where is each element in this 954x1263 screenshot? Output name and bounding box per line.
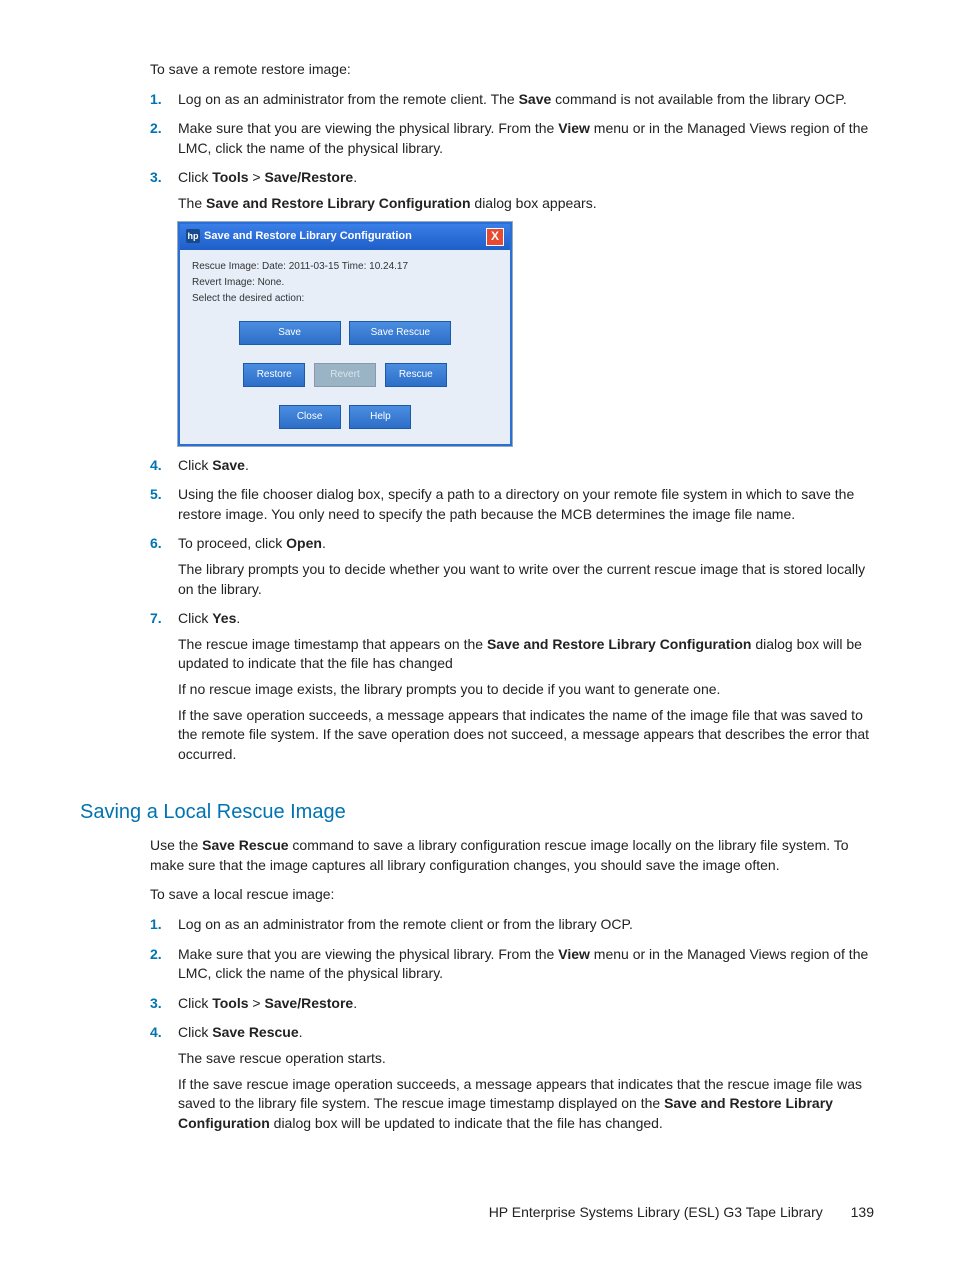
step-4: 4. Click Save Rescue. The save rescue op…	[150, 1023, 874, 1133]
step-text: Using the file chooser dialog box, speci…	[178, 486, 854, 522]
dialog-title-text: hpSave and Restore Library Configuration	[186, 229, 412, 244]
rescue-image-line: Rescue Image: Date: 2011-03-15 Time: 10.…	[192, 260, 498, 274]
help-button[interactable]: Help	[349, 405, 411, 429]
dialog-button-row-1: Save Save Rescue	[192, 318, 498, 348]
dialog-titlebar: hpSave and Restore Library Configuration…	[180, 224, 510, 250]
close-button[interactable]: Close	[279, 405, 341, 429]
step-3: 3. Click Tools > Save/Restore.	[150, 994, 874, 1014]
revert-button: Revert	[314, 363, 376, 387]
step-text: Click Yes.	[178, 610, 240, 626]
step-2: 2. Make sure that you are viewing the ph…	[150, 945, 874, 984]
step-text: Click Tools > Save/Restore.	[178, 169, 357, 185]
save-button[interactable]: Save	[239, 321, 341, 345]
steps-local: 1. Log on as an administrator from the r…	[80, 915, 874, 1133]
footer-text: HP Enterprise Systems Library (ESL) G3 T…	[489, 1204, 823, 1220]
step-text: Log on as an administrator from the remo…	[178, 916, 633, 932]
intro-local: To save a local rescue image:	[150, 885, 874, 905]
step-num: 1.	[150, 90, 162, 110]
step-after-p2: If the save rescue image operation succe…	[178, 1075, 874, 1134]
steps-remote: 1. Log on as an administrator from the r…	[80, 90, 874, 765]
dialog-button-row-2: Restore Revert Rescue	[192, 360, 498, 390]
step-num: 3.	[150, 994, 162, 1014]
step-text: To proceed, click Open.	[178, 535, 326, 551]
step-num: 6.	[150, 534, 162, 554]
step-text: Log on as an administrator from the remo…	[178, 91, 847, 107]
step-text: Click Save.	[178, 457, 249, 473]
step-after-p3: If the save operation succeeds, a messag…	[178, 706, 874, 765]
step-num: 2.	[150, 945, 162, 965]
step-num: 1.	[150, 915, 162, 935]
step-1: 1. Log on as an administrator from the r…	[150, 90, 874, 110]
rescue-button[interactable]: Rescue	[385, 363, 447, 387]
step-text: Make sure that you are viewing the physi…	[178, 120, 868, 156]
step-6: 6. To proceed, click Open. The library p…	[150, 534, 874, 599]
step-text: Click Save Rescue.	[178, 1024, 303, 1040]
step-num: 3.	[150, 168, 162, 188]
step-num: 5.	[150, 485, 162, 505]
step-4: 4. Click Save.	[150, 456, 874, 476]
select-action-line: Select the desired action:	[192, 292, 498, 306]
step-7: 7. Click Yes. The rescue image timestamp…	[150, 609, 874, 764]
save-restore-dialog: hpSave and Restore Library Configuration…	[178, 222, 512, 446]
step-5: 5. Using the file chooser dialog box, sp…	[150, 485, 874, 524]
step-after-p1: The rescue image timestamp that appears …	[178, 635, 874, 674]
step-num: 2.	[150, 119, 162, 139]
section2-intro: Use the Save Rescue command to save a li…	[150, 836, 874, 875]
section-heading-local-rescue: Saving a Local Rescue Image	[80, 798, 874, 826]
revert-image-line: Revert Image: None.	[192, 276, 498, 290]
dialog-button-row-3: Close Help	[192, 402, 498, 432]
step-after-p2: If no rescue image exists, the library p…	[178, 680, 874, 700]
step-num: 7.	[150, 609, 162, 629]
step-after: The Save and Restore Library Configurati…	[178, 194, 874, 214]
step-1: 1. Log on as an administrator from the r…	[150, 915, 874, 935]
step-num: 4.	[150, 456, 162, 476]
hp-logo-icon: hp	[186, 229, 200, 243]
step-text: Click Tools > Save/Restore.	[178, 995, 357, 1011]
dialog-info: Rescue Image: Date: 2011-03-15 Time: 10.…	[192, 260, 498, 306]
page-footer: HP Enterprise Systems Library (ESL) G3 T…	[80, 1203, 874, 1223]
step-after: The library prompts you to decide whethe…	[178, 560, 874, 599]
intro-remote: To save a remote restore image:	[150, 60, 874, 80]
step-2: 2. Make sure that you are viewing the ph…	[150, 119, 874, 158]
step-after-p1: The save rescue operation starts.	[178, 1049, 874, 1069]
dialog-body: Rescue Image: Date: 2011-03-15 Time: 10.…	[180, 250, 510, 444]
step-3: 3. Click Tools > Save/Restore. The Save …	[150, 168, 874, 445]
restore-button[interactable]: Restore	[243, 363, 305, 387]
step-num: 4.	[150, 1023, 162, 1043]
page-number: 139	[851, 1204, 874, 1220]
save-rescue-button[interactable]: Save Rescue	[349, 321, 451, 345]
step-text: Make sure that you are viewing the physi…	[178, 946, 868, 982]
close-icon[interactable]: X	[486, 228, 504, 246]
